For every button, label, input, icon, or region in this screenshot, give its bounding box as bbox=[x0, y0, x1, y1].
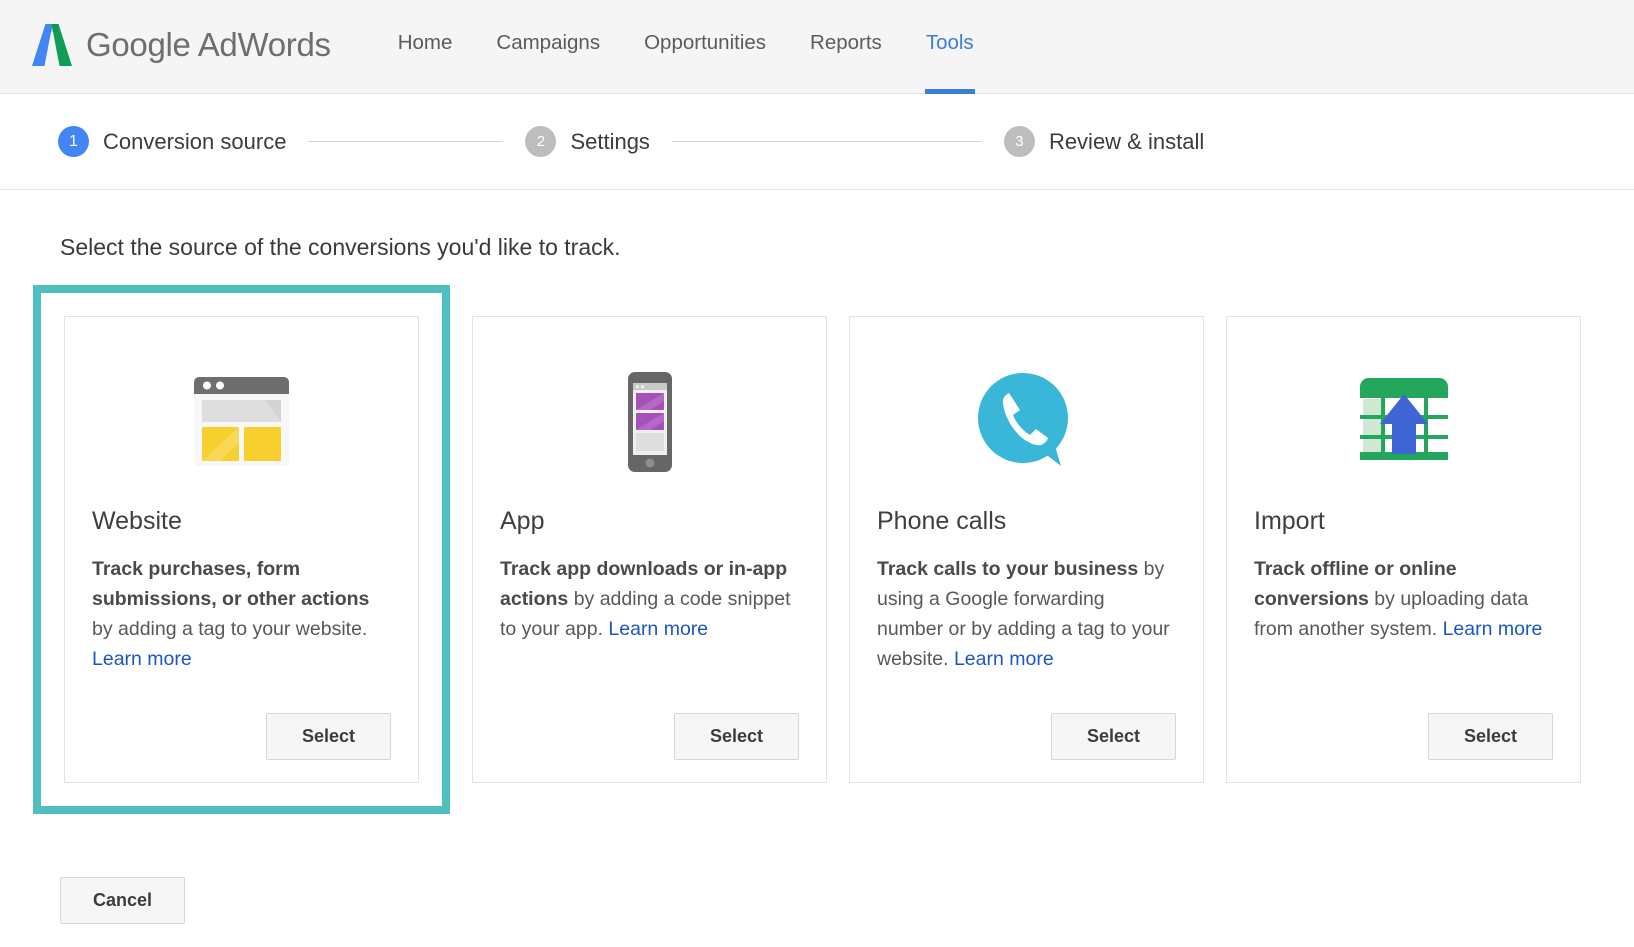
nav-item-campaigns[interactable]: Campaigns bbox=[474, 22, 622, 94]
footer-actions: Cancel bbox=[60, 877, 1634, 924]
top-navigation-bar: Google AdWords Home Campaigns Opportunit… bbox=[0, 0, 1634, 94]
card-wrapper-phone-calls: Phone calls Track calls to your business… bbox=[849, 285, 1204, 783]
card-description-rest: by adding a tag to your website. bbox=[92, 618, 367, 640]
brand-title: Google AdWords bbox=[86, 26, 331, 64]
step-number-badge: 3 bbox=[1004, 126, 1035, 157]
conversion-source-card-website[interactable]: Website Track purchases, form submission… bbox=[64, 316, 419, 783]
step-label: Conversion source bbox=[103, 129, 286, 155]
main-nav: Home Campaigns Opportunities Reports Too… bbox=[376, 22, 996, 94]
card-actions: Select bbox=[92, 713, 391, 760]
card-description-bold: Track calls to your business bbox=[877, 558, 1138, 580]
learn-more-link[interactable]: Learn more bbox=[92, 648, 192, 670]
card-actions: Select bbox=[1254, 713, 1553, 760]
step-number-badge: 1 bbox=[58, 126, 89, 157]
progress-stepper: 1 Conversion source 2 Settings 3 Review … bbox=[0, 94, 1634, 190]
nav-item-opportunities[interactable]: Opportunities bbox=[622, 22, 788, 94]
card-title: App bbox=[500, 507, 799, 536]
card-actions: Select bbox=[500, 713, 799, 760]
conversion-source-card-import[interactable]: Import Track offline or online conversio… bbox=[1226, 316, 1581, 783]
card-description: Track purchases, form submissions, or ot… bbox=[92, 554, 391, 699]
page-title: Select the source of the conversions you… bbox=[60, 234, 1634, 261]
card-title: Phone calls bbox=[877, 507, 1176, 536]
main-content: Select the source of the conversions you… bbox=[0, 234, 1634, 924]
stepper-connector-1 bbox=[308, 141, 503, 142]
phone-call-bubble-icon bbox=[877, 347, 1176, 497]
nav-item-tools[interactable]: Tools bbox=[904, 22, 996, 94]
conversion-source-card-list: Website Track purchases, form submission… bbox=[0, 285, 1634, 814]
card-title: Website bbox=[92, 507, 391, 536]
select-button-app[interactable]: Select bbox=[674, 713, 799, 760]
step-number-badge: 2 bbox=[525, 126, 556, 157]
step-label: Settings bbox=[570, 129, 650, 155]
card-description: Track calls to your business by using a … bbox=[877, 554, 1176, 699]
select-button-website[interactable]: Select bbox=[266, 713, 391, 760]
card-description: Track app downloads or in-app actions by… bbox=[500, 554, 799, 699]
conversion-source-card-phone-calls[interactable]: Phone calls Track calls to your business… bbox=[849, 316, 1204, 783]
conversion-source-card-app[interactable]: App Track app downloads or in-app action… bbox=[472, 316, 827, 783]
step-label: Review & install bbox=[1049, 129, 1204, 155]
spreadsheet-upload-icon bbox=[1254, 347, 1553, 497]
nav-item-home[interactable]: Home bbox=[376, 22, 475, 94]
card-wrapper-website: Website Track purchases, form submission… bbox=[33, 285, 450, 814]
nav-item-reports[interactable]: Reports bbox=[788, 22, 904, 94]
select-button-import[interactable]: Select bbox=[1428, 713, 1553, 760]
step-settings[interactable]: 2 Settings bbox=[525, 126, 650, 157]
learn-more-link[interactable]: Learn more bbox=[608, 618, 708, 640]
card-wrapper-app: App Track app downloads or in-app action… bbox=[472, 285, 827, 783]
card-wrapper-import: Import Track offline or online conversio… bbox=[1226, 285, 1581, 783]
brand-product-text: AdWords bbox=[198, 26, 331, 63]
learn-more-link[interactable]: Learn more bbox=[1443, 618, 1543, 640]
step-review-install[interactable]: 3 Review & install bbox=[1004, 126, 1204, 157]
stepper-connector-2 bbox=[672, 141, 982, 142]
card-actions: Select bbox=[877, 713, 1176, 760]
card-description: Track offline or online conversions by u… bbox=[1254, 554, 1553, 699]
card-description-bold: Track purchases, form submissions, or ot… bbox=[92, 558, 369, 610]
mobile-phone-icon bbox=[500, 347, 799, 497]
browser-window-icon bbox=[92, 347, 391, 497]
learn-more-link[interactable]: Learn more bbox=[954, 648, 1054, 670]
step-conversion-source[interactable]: 1 Conversion source bbox=[58, 126, 286, 157]
card-title: Import bbox=[1254, 507, 1553, 536]
select-button-phone-calls[interactable]: Select bbox=[1051, 713, 1176, 760]
brand-logo[interactable]: Google AdWords bbox=[28, 14, 331, 76]
cancel-button[interactable]: Cancel bbox=[60, 877, 185, 924]
adwords-logo-icon bbox=[28, 21, 76, 69]
brand-google-text: Google bbox=[86, 26, 191, 63]
